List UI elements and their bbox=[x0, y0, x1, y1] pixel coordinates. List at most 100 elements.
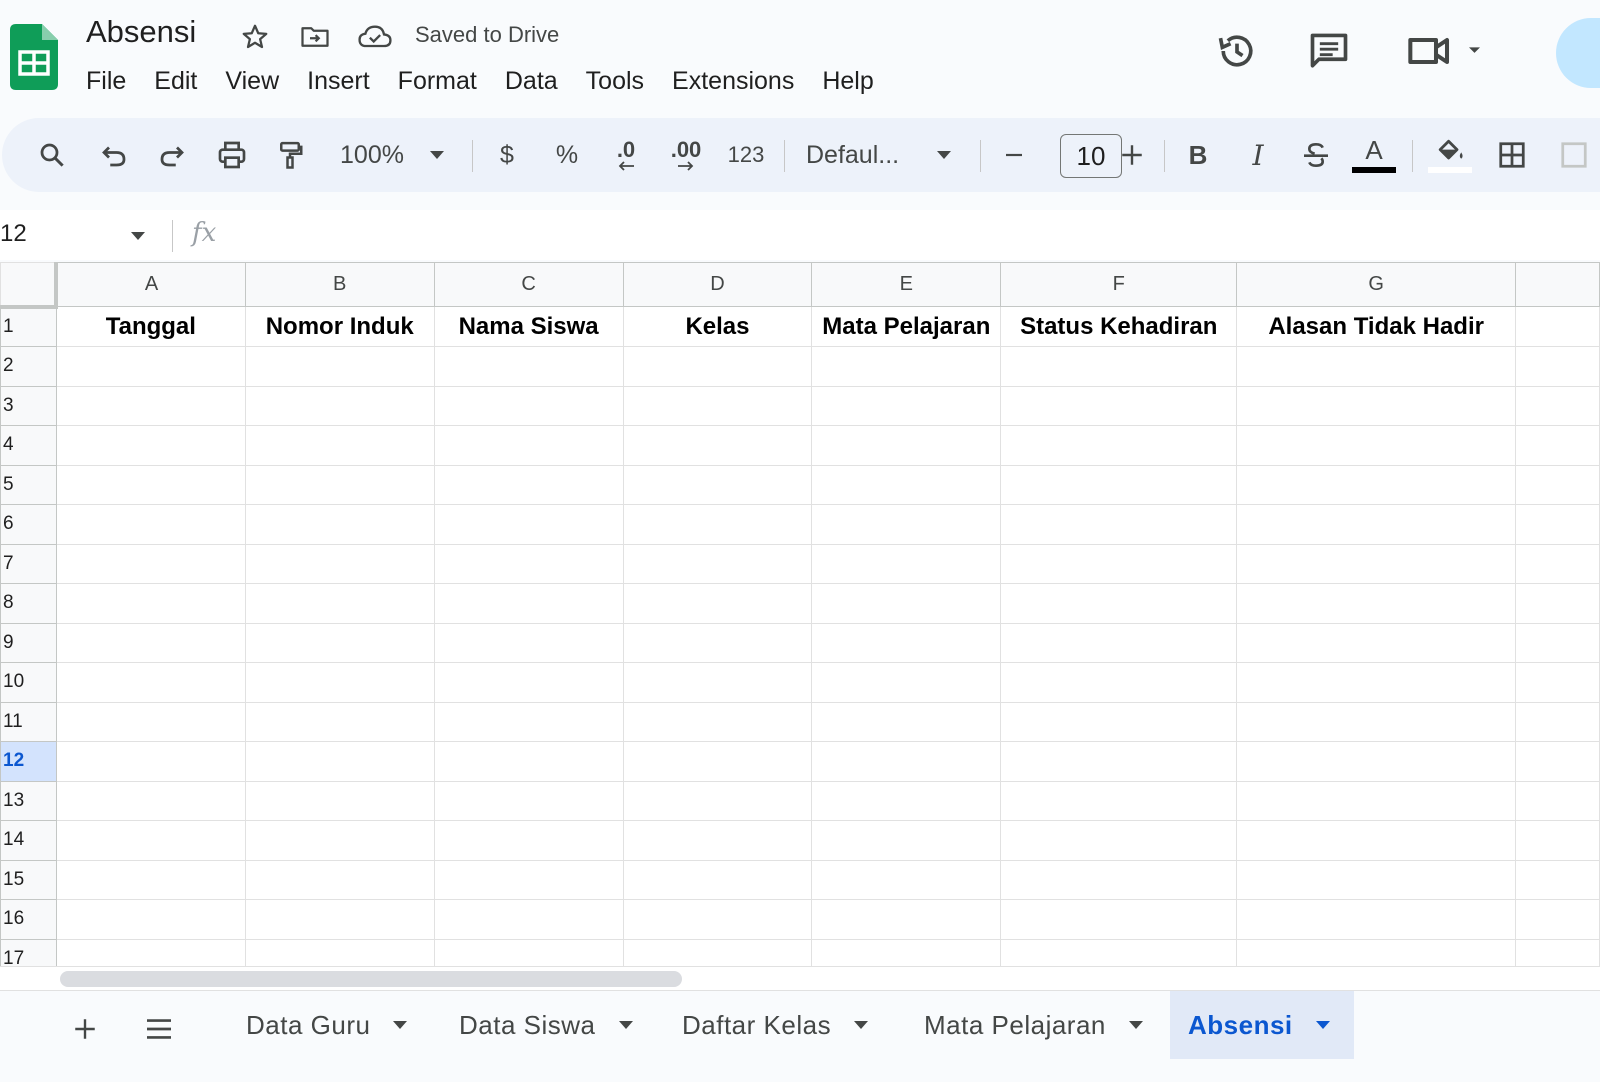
cell[interactable] bbox=[811, 504, 1002, 545]
column-header-d[interactable]: D bbox=[622, 262, 813, 307]
row-header[interactable]: 8 bbox=[0, 583, 57, 624]
column-header-c[interactable]: C bbox=[433, 262, 624, 307]
header-cell[interactable]: Tanggal bbox=[55, 306, 246, 347]
cell[interactable] bbox=[1000, 504, 1238, 545]
cell[interactable] bbox=[811, 859, 1002, 900]
percent-format-button[interactable]: % bbox=[550, 132, 584, 178]
cell[interactable] bbox=[55, 701, 246, 742]
bold-button[interactable]: B bbox=[1178, 132, 1218, 178]
header-cell[interactable]: Alasan Tidak Hadir bbox=[1236, 306, 1517, 347]
cell[interactable] bbox=[1236, 662, 1517, 703]
cell[interactable] bbox=[55, 543, 246, 584]
cell[interactable] bbox=[55, 425, 246, 466]
cell[interactable] bbox=[244, 622, 435, 663]
cloud-saved-icon[interactable] bbox=[356, 20, 394, 54]
scrollbar-thumb[interactable] bbox=[60, 971, 682, 987]
cell[interactable] bbox=[811, 464, 1002, 505]
cell[interactable] bbox=[1000, 701, 1238, 742]
star-icon[interactable] bbox=[238, 20, 272, 54]
header-cell[interactable]: Nama Siswa bbox=[433, 306, 624, 347]
cell[interactable] bbox=[622, 820, 813, 861]
cell[interactable] bbox=[811, 543, 1002, 584]
cell[interactable] bbox=[433, 543, 624, 584]
cell[interactable] bbox=[433, 662, 624, 703]
cell[interactable] bbox=[1236, 820, 1517, 861]
cell[interactable] bbox=[244, 662, 435, 703]
search-icon[interactable] bbox=[32, 132, 72, 178]
cell[interactable] bbox=[433, 504, 624, 545]
cell[interactable] bbox=[244, 346, 435, 387]
cell[interactable] bbox=[433, 701, 624, 742]
column-header-b[interactable]: B bbox=[244, 262, 435, 307]
increase-decimal-button[interactable]: .00 bbox=[666, 132, 706, 178]
column-header-h[interactable] bbox=[1515, 262, 1600, 307]
cell[interactable] bbox=[622, 543, 813, 584]
cell[interactable] bbox=[811, 622, 1002, 663]
row-header[interactable]: 12 bbox=[0, 741, 57, 782]
cell[interactable] bbox=[1515, 504, 1600, 545]
cell[interactable] bbox=[1000, 543, 1238, 584]
cell[interactable] bbox=[244, 859, 435, 900]
row-header[interactable]: 9 bbox=[0, 622, 57, 663]
cell[interactable] bbox=[811, 662, 1002, 703]
cell[interactable] bbox=[244, 543, 435, 584]
cell[interactable] bbox=[1000, 464, 1238, 505]
text-color-button[interactable]: A bbox=[1352, 132, 1396, 178]
name-box-dropdown-icon[interactable] bbox=[130, 228, 146, 246]
cell[interactable] bbox=[55, 780, 246, 821]
menu-insert[interactable]: Insert bbox=[293, 64, 384, 98]
cell[interactable] bbox=[433, 425, 624, 466]
row-header[interactable]: 10 bbox=[0, 662, 57, 703]
menu-view[interactable]: View bbox=[211, 64, 293, 98]
name-box[interactable]: 12 bbox=[0, 220, 27, 248]
menu-format[interactable]: Format bbox=[384, 64, 491, 98]
cell[interactable] bbox=[244, 385, 435, 426]
cell[interactable] bbox=[622, 464, 813, 505]
cell[interactable] bbox=[1236, 780, 1517, 821]
cell[interactable] bbox=[1236, 346, 1517, 387]
paint-format-icon[interactable] bbox=[270, 132, 310, 178]
cell[interactable] bbox=[622, 504, 813, 545]
row-header[interactable]: 13 bbox=[0, 780, 57, 821]
cell[interactable] bbox=[1236, 859, 1517, 900]
cell[interactable] bbox=[622, 425, 813, 466]
decrease-font-size-button[interactable] bbox=[996, 132, 1032, 178]
cell[interactable] bbox=[622, 385, 813, 426]
cell[interactable] bbox=[1000, 583, 1238, 624]
cell[interactable] bbox=[622, 701, 813, 742]
cell[interactable] bbox=[1000, 741, 1238, 782]
row-header[interactable]: 7 bbox=[0, 543, 57, 584]
cell[interactable] bbox=[433, 464, 624, 505]
cell[interactable] bbox=[1236, 385, 1517, 426]
cell[interactable] bbox=[55, 741, 246, 782]
cell[interactable] bbox=[1515, 622, 1600, 663]
zoom-dropdown-icon[interactable] bbox=[422, 132, 452, 178]
cell[interactable] bbox=[1000, 899, 1238, 940]
cell[interactable] bbox=[1236, 583, 1517, 624]
cell[interactable] bbox=[433, 583, 624, 624]
cell[interactable] bbox=[433, 385, 624, 426]
select-all-corner[interactable] bbox=[0, 262, 59, 309]
cell[interactable] bbox=[811, 583, 1002, 624]
zoom-select[interactable]: 100% bbox=[332, 132, 412, 178]
sheet-tab-data-guru[interactable]: Data Guru bbox=[228, 991, 426, 1059]
cell[interactable] bbox=[1000, 780, 1238, 821]
cell[interactable] bbox=[1515, 662, 1600, 703]
redo-icon[interactable] bbox=[152, 132, 192, 178]
cell[interactable] bbox=[433, 859, 624, 900]
cell[interactable] bbox=[244, 425, 435, 466]
row-header[interactable]: 1 bbox=[0, 306, 57, 347]
number-format-button[interactable]: 123 bbox=[722, 132, 770, 178]
cell[interactable] bbox=[1515, 543, 1600, 584]
cell[interactable] bbox=[55, 504, 246, 545]
header-cell[interactable]: Mata Pelajaran bbox=[811, 306, 1002, 347]
cell[interactable] bbox=[244, 701, 435, 742]
currency-format-button[interactable]: $ bbox=[492, 132, 522, 178]
cell[interactable] bbox=[811, 741, 1002, 782]
cell[interactable] bbox=[433, 346, 624, 387]
cell[interactable] bbox=[622, 899, 813, 940]
column-header-f[interactable]: F bbox=[1000, 262, 1238, 307]
cell[interactable] bbox=[55, 622, 246, 663]
document-title[interactable]: Absensi bbox=[86, 14, 196, 50]
cell[interactable] bbox=[1000, 622, 1238, 663]
